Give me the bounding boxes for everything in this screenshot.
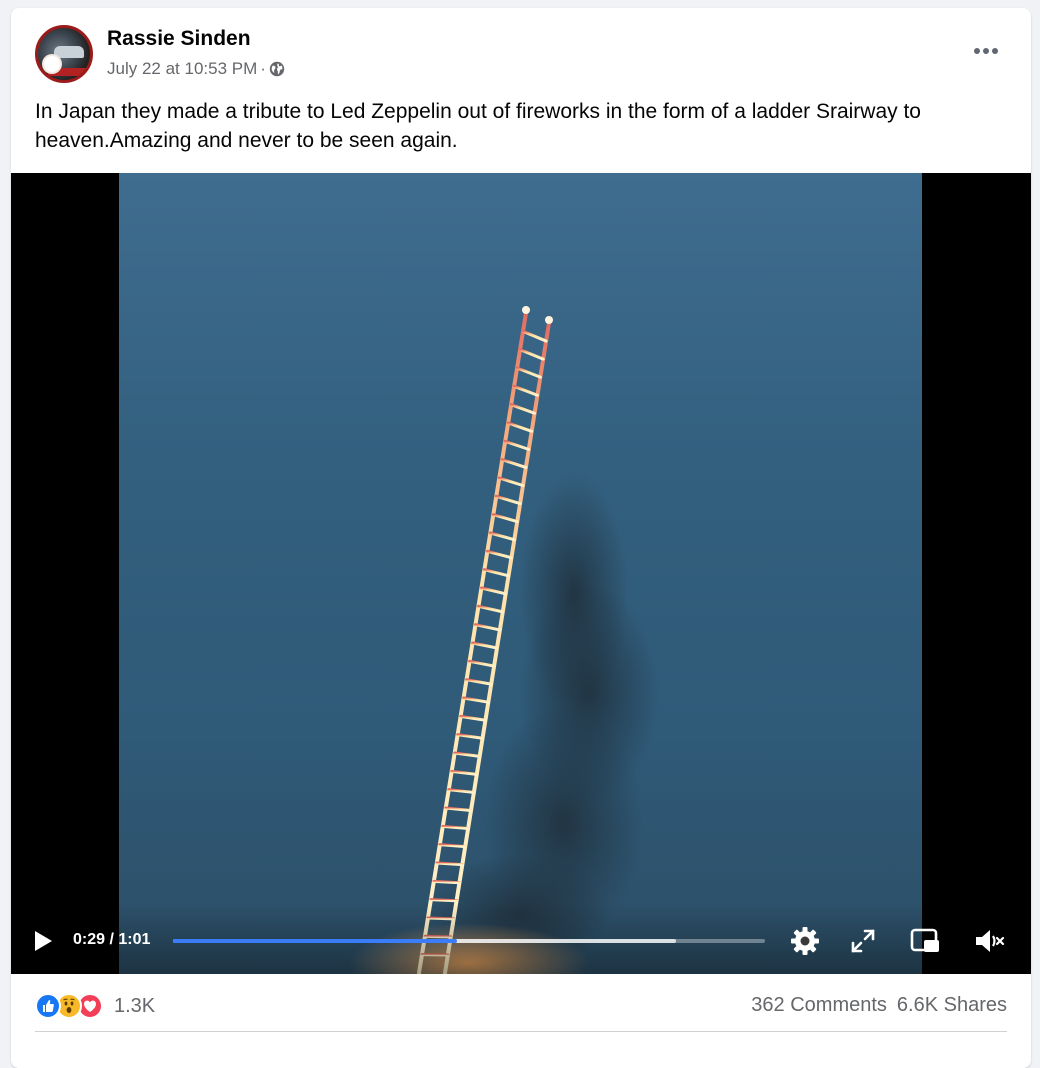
- meta-separator: ·: [260, 59, 266, 79]
- more-horizontal-icon: [983, 48, 989, 54]
- ladder-segment: [437, 863, 463, 865]
- ladder-segment: [452, 771, 477, 774]
- ladder-segment: [478, 606, 502, 612]
- ladder-segment: [517, 368, 540, 377]
- picture-in-picture-icon[interactable]: [909, 925, 941, 957]
- ladder-segment: [520, 350, 543, 359]
- ladder-segment: [499, 478, 523, 486]
- ladder-segment: [455, 753, 480, 756]
- ladder-segment: [514, 386, 537, 395]
- fullscreen-icon[interactable]: [847, 925, 879, 957]
- like-reaction-icon: [35, 993, 61, 1019]
- ladder-segment: [481, 588, 505, 594]
- more-options-button[interactable]: [969, 38, 1003, 64]
- post-timestamp[interactable]: July 22 at 10:53 PM: [107, 59, 257, 79]
- ladder-segment: [473, 643, 498, 648]
- ladder-segment: [434, 881, 460, 882]
- reactions-summary[interactable]: 1.3K: [35, 993, 155, 1019]
- ladder-segment: [487, 551, 511, 557]
- ladder-segment: [505, 441, 529, 449]
- ladder-segment: [443, 826, 468, 828]
- video-time: 0:29 / 1:01: [73, 931, 150, 949]
- ladder-segment: [458, 735, 483, 739]
- ladder-segment: [464, 698, 489, 702]
- avatar-car: [54, 46, 84, 58]
- comments-count[interactable]: 362 Comments: [751, 994, 887, 1016]
- ladder-segment: [493, 515, 517, 522]
- post-stats: 362 Comments 6.6K Shares: [751, 994, 1007, 1017]
- firework-ladder-image: [119, 173, 922, 974]
- progress-played: [173, 939, 457, 943]
- settings-icon[interactable]: [789, 925, 821, 957]
- ladder-segment: [467, 680, 492, 684]
- play-icon[interactable]: [31, 929, 55, 953]
- more-horizontal-icon: [992, 48, 998, 54]
- ladder-segment: [470, 661, 495, 666]
- time-total: 1:01: [118, 931, 150, 948]
- post-meta: July 22 at 10:53 PM ·: [107, 59, 285, 79]
- video-player[interactable]: 0:29 / 1:01: [11, 173, 1031, 974]
- globe-icon[interactable]: [269, 61, 285, 77]
- ladder-segment: [440, 845, 465, 847]
- ladder-segment: [502, 460, 526, 468]
- video-frame[interactable]: [119, 173, 922, 974]
- more-horizontal-icon: [974, 48, 980, 54]
- post-text: In Japan they made a tribute to Led Zepp…: [35, 97, 1015, 155]
- video-controls: 0:29 / 1:01: [11, 903, 1031, 974]
- ladder-segment: [461, 716, 486, 720]
- ladder-segment: [449, 790, 474, 793]
- post-card: Rassie Sinden July 22 at 10:53 PM · In J…: [11, 8, 1031, 1068]
- avatar-flower: [44, 56, 60, 72]
- ladder-segment: [523, 331, 546, 341]
- ladder-segment: [431, 900, 457, 901]
- ladder-segment: [446, 808, 471, 811]
- ladder-segment: [511, 405, 534, 414]
- ladder-segment: [484, 570, 508, 576]
- time-current: 0:29: [73, 931, 105, 948]
- author-name[interactable]: Rassie Sinden: [107, 27, 251, 51]
- reaction-count[interactable]: 1.3K: [114, 995, 155, 1018]
- time-separator: /: [105, 931, 118, 948]
- avatar[interactable]: [35, 25, 93, 83]
- post-header: Rassie Sinden July 22 at 10:53 PM ·: [11, 8, 1031, 94]
- ladder-segment: [490, 533, 514, 540]
- ladder-segment: [496, 496, 520, 503]
- ladder-segment: [475, 625, 499, 630]
- ladder-segment: [508, 423, 531, 431]
- footer-divider: [35, 1031, 1007, 1032]
- video-progress-bar[interactable]: [173, 939, 765, 943]
- muted-speaker-icon[interactable]: [973, 925, 1005, 957]
- shares-count[interactable]: 6.6K Shares: [897, 994, 1007, 1016]
